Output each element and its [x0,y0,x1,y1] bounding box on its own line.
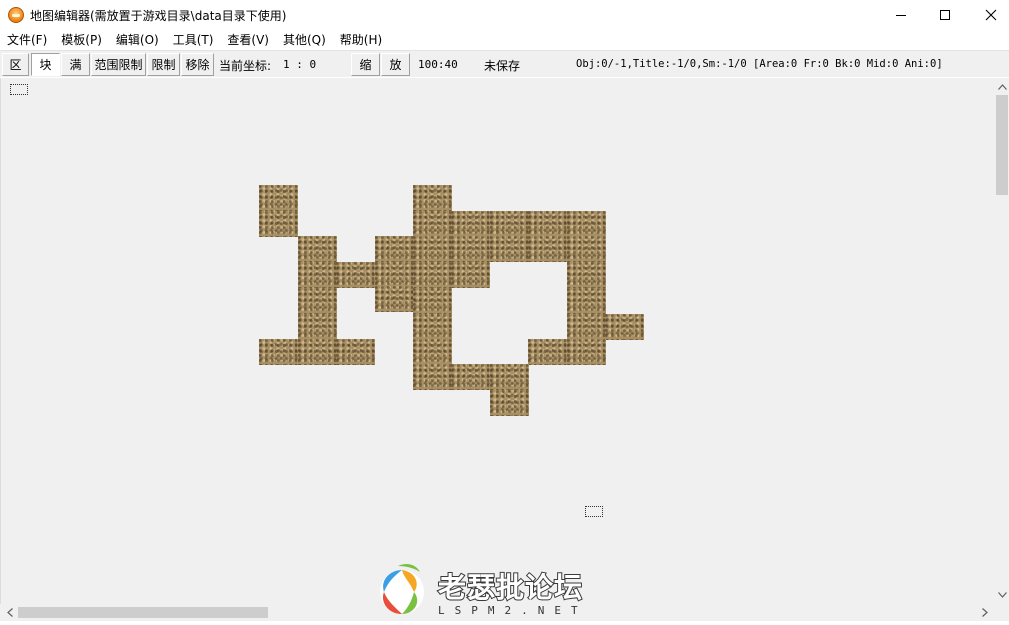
maximize-icon [940,10,950,20]
map-tile[interactable] [567,288,606,314]
close-button[interactable] [968,0,1009,30]
coord-label: 当前坐标: [219,59,272,73]
menu-tools[interactable]: 工具(T) [166,30,221,50]
map-tile[interactable] [413,262,452,288]
map-tile[interactable] [451,364,490,390]
menu-other[interactable]: 其他(Q) [276,30,333,50]
map-tile[interactable] [375,236,414,262]
watermark-subtitle: LSPM2.NET [438,604,588,617]
scroll-corner [995,604,1009,621]
menu-bar: 文件(F) 模板(P) 编辑(O) 工具(T) 查看(V) 其他(Q) 帮助(H… [0,30,1009,50]
zoom-value: 100:40 [418,58,458,71]
map-tile[interactable] [490,364,529,390]
map-tile[interactable] [298,288,337,314]
viewport-marker-cursor[interactable] [585,506,603,517]
map-tile[interactable] [528,211,567,237]
limit-button[interactable]: 限制 [147,53,180,76]
vertical-scroll-thumb[interactable] [996,95,1008,195]
menu-help[interactable]: 帮助(H) [333,30,389,50]
menu-view[interactable]: 查看(V) [220,30,276,50]
app-icon [8,7,24,23]
menu-template[interactable]: 模板(P) [54,30,109,50]
map-tile[interactable] [375,262,414,288]
map-tile[interactable] [528,236,567,262]
map-tile[interactable] [336,262,375,288]
map-tile[interactable] [413,236,452,262]
area-mode-button[interactable]: 区 [2,53,29,76]
map-tile[interactable] [298,236,337,262]
close-icon [985,9,997,21]
object-stats: Obj:0/-1,Title:-1/0,Sm:-1/0 [Area:0 Fr:0… [576,58,943,70]
fill-mode-button[interactable]: 满 [61,53,90,76]
map-tile[interactable] [259,339,298,365]
remove-button[interactable]: 移除 [181,53,214,76]
zoom-in-button[interactable]: 放 [381,53,410,76]
map-tile[interactable] [298,339,337,365]
scroll-up-icon[interactable] [995,80,1009,94]
range-limit-button[interactable]: 范围限制 [91,53,146,76]
title-bar: 地图编辑器(需放置于游戏目录\data目录下使用) [0,0,1009,30]
map-tile[interactable] [528,339,567,365]
maximize-button[interactable] [922,0,968,30]
vertical-scrollbar[interactable] [995,78,1009,604]
save-status: 未保存 [484,59,521,73]
coord-value: 1 : 0 [283,58,317,71]
scroll-left-icon[interactable] [2,604,18,621]
map-tile[interactable] [413,288,452,314]
forum-watermark: 老瑟批论坛 LSPM2.NET [376,560,636,620]
map-tile[interactable] [298,314,337,340]
map-tile[interactable] [259,185,298,211]
map-tile[interactable] [451,262,490,288]
map-tile[interactable] [298,262,337,288]
map-tile[interactable] [413,211,452,237]
horizontal-scroll-thumb[interactable] [18,607,268,618]
map-tile[interactable] [413,364,452,390]
scroll-right-icon[interactable] [977,604,993,621]
minimize-icon [896,14,906,16]
scroll-down-icon[interactable] [995,588,1009,602]
map-tile[interactable] [490,236,529,262]
map-tile[interactable] [259,211,298,237]
map-tile[interactable] [413,339,452,365]
window-title: 地图编辑器(需放置于游戏目录\data目录下使用) [30,9,287,23]
map-tile[interactable] [375,286,414,312]
map-tile[interactable] [567,339,606,365]
menu-file[interactable]: 文件(F) [0,30,54,50]
watermark-title: 老瑟批论坛 [437,570,584,605]
map-tile[interactable] [490,211,529,237]
window-bottom-border [0,621,1009,625]
toolbar: 区 块 满 范围限制 限制 移除 当前坐标: 1 : 0 缩 放 100:40 … [0,50,1009,77]
minimize-button[interactable] [878,0,924,30]
map-tile[interactable] [451,236,490,262]
map-tile[interactable] [413,185,452,211]
block-mode-button[interactable]: 块 [31,53,60,76]
zoom-out-button[interactable]: 缩 [351,53,380,76]
map-tile[interactable] [567,262,606,288]
map-tile[interactable] [567,236,606,262]
map-tile[interactable] [605,314,644,340]
map-tile[interactable] [567,314,606,340]
map-tile[interactable] [490,390,529,416]
map-canvas[interactable] [0,78,995,604]
watermark-logo-icon [380,564,424,614]
map-tile[interactable] [451,211,490,237]
map-tile[interactable] [567,211,606,237]
map-tile[interactable] [413,314,452,340]
viewport-marker-top-left[interactable] [10,84,28,95]
menu-edit[interactable]: 编辑(O) [109,30,166,50]
map-tile[interactable] [336,339,375,365]
